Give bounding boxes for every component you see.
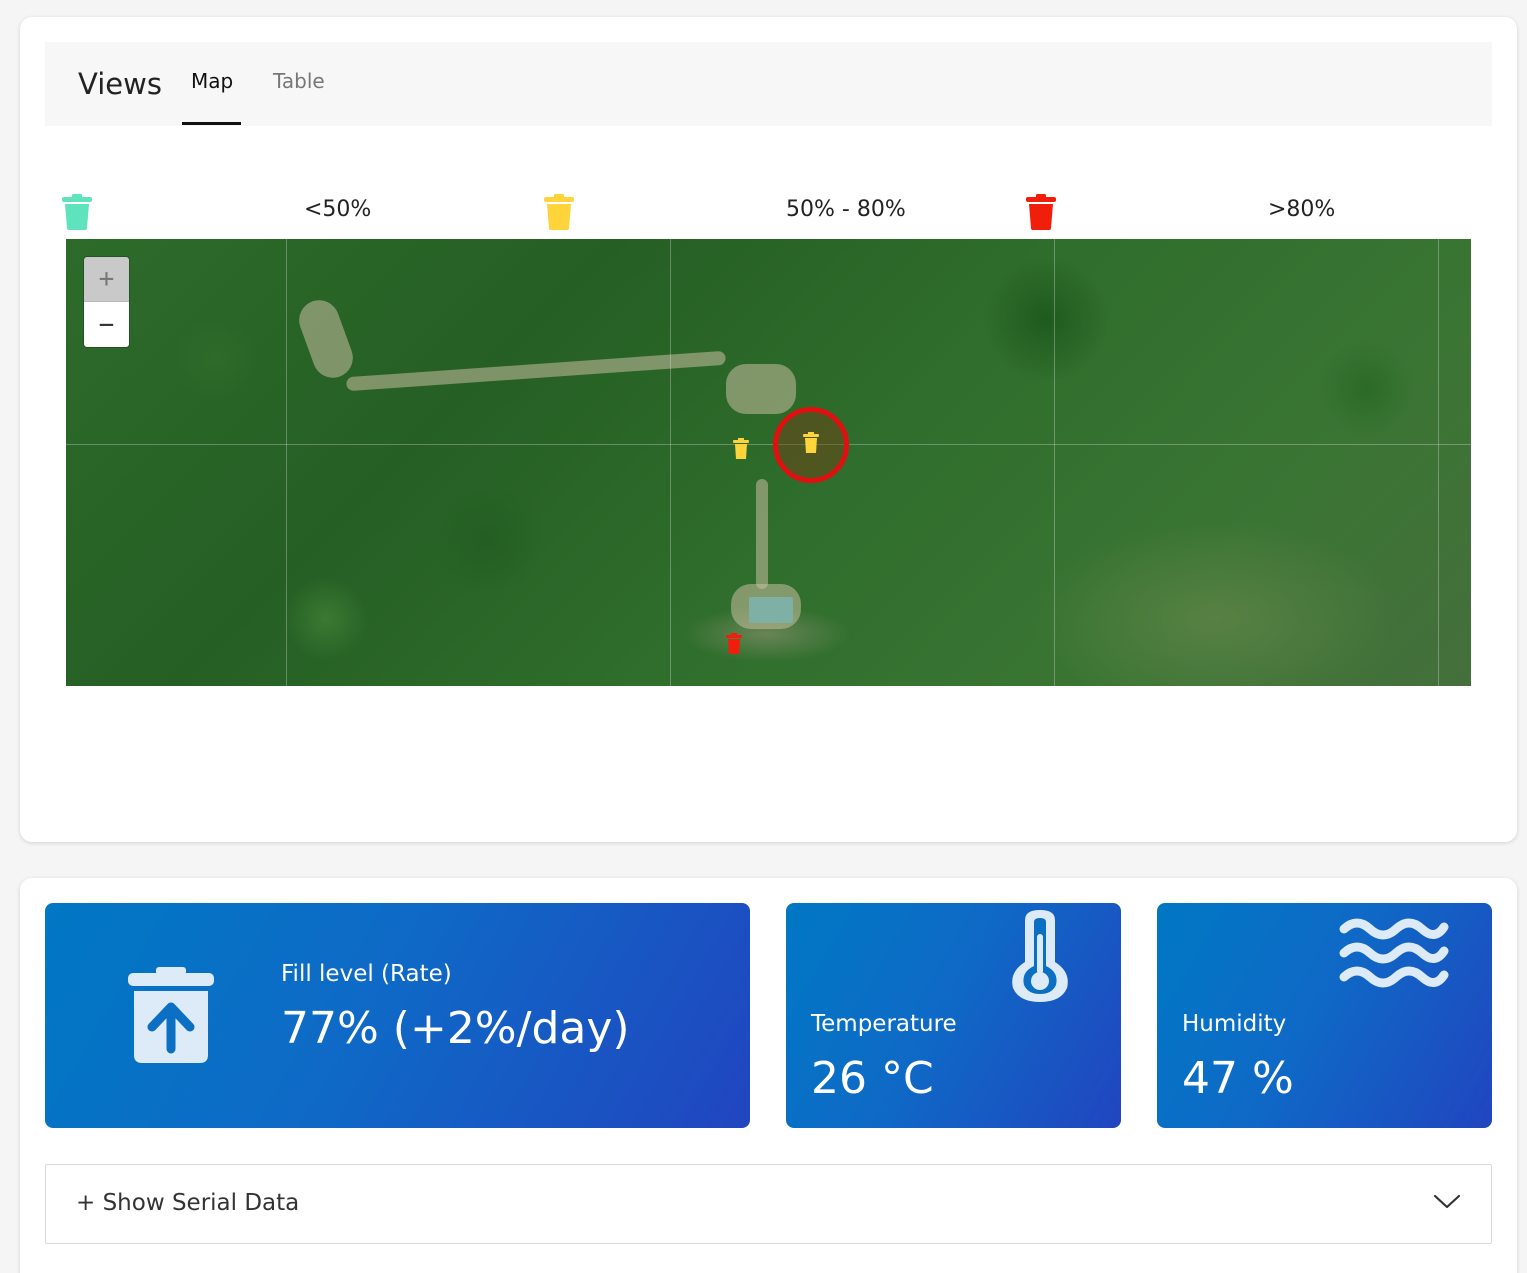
temperature-card: Temperature 26 °C [786,903,1121,1128]
map-grid-line [1054,239,1055,686]
map-building [749,597,793,623]
map-clearing [726,364,796,414]
thermometer-icon [1012,910,1068,1002]
show-serial-data-toggle[interactable]: + Show Serial Data [45,1164,1492,1244]
legend-label-low: <50% [304,197,372,222]
chevron-down-icon [1433,1194,1461,1209]
tab-table[interactable]: Table [273,69,325,93]
trash-can-red-icon [1026,194,1056,230]
fill-level-card: Fill level (Rate) 77% (+2%/day) [45,903,750,1128]
legend-label-high: >80% [1268,197,1336,222]
bin-marker-red[interactable] [726,633,742,655]
map-road [293,294,359,384]
bin-marker-yellow-selected[interactable] [803,432,819,454]
map-road [756,479,768,589]
humidity-card: Humidity 47 % [1157,903,1492,1128]
tab-map[interactable]: Map [191,69,233,93]
humidity-value: 47 % [1182,1053,1294,1104]
trash-can-green-icon [62,194,92,230]
serial-data-label: + Show Serial Data [76,1190,300,1216]
map-grid-line [286,239,287,686]
views-tab-bar: Views Map Table [45,42,1492,126]
map-panel: Views Map Table <50% 50% - 80% >80% + − [20,17,1517,842]
fill-level-value: 77% (+2%/day) [281,1003,630,1054]
active-tab-indicator [182,122,241,125]
stats-panel: Fill level (Rate) 77% (+2%/day) Temperat… [20,878,1517,1273]
waves-icon [1339,918,1449,988]
trash-can-yellow-icon [544,194,574,230]
zoom-out-button[interactable]: − [84,302,129,347]
trash-upload-icon [128,967,214,1063]
zoom-control: + − [84,257,129,347]
bin-marker-yellow[interactable] [733,438,749,460]
zoom-in-button[interactable]: + [84,257,129,302]
views-title: Views [78,67,162,101]
humidity-label: Humidity [1182,1011,1287,1037]
map-grid-line [66,444,1471,445]
satellite-map[interactable]: + − [66,239,1471,686]
legend-label-mid: 50% - 80% [786,197,906,222]
fill-level-label: Fill level (Rate) [281,961,452,987]
map-grid-line [1438,239,1439,686]
temperature-label: Temperature [811,1011,957,1037]
map-grid-line [670,239,671,686]
temperature-value: 26 °C [811,1053,934,1104]
